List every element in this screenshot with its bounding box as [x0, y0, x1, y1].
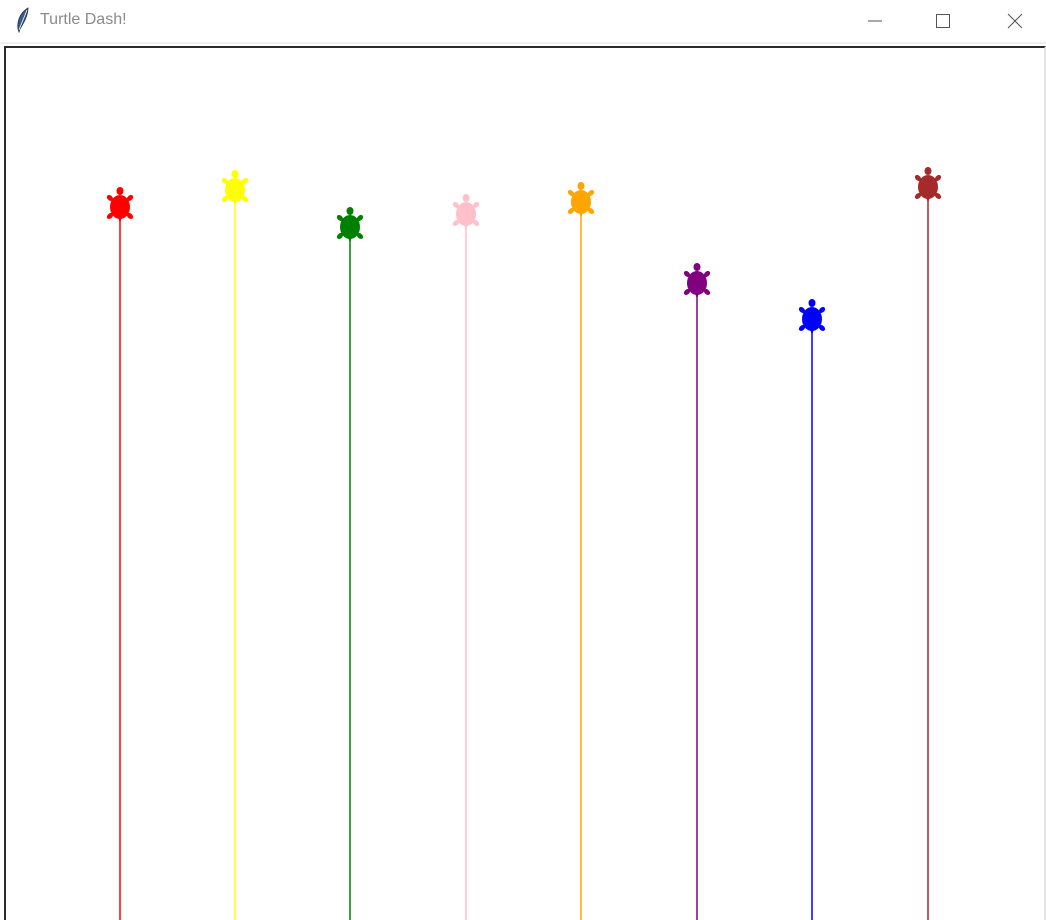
window-title: Turtle Dash!	[40, 11, 127, 28]
turtle-brown-icon	[914, 167, 942, 203]
close-button[interactable]	[986, 0, 1044, 42]
title-separator	[0, 42, 1046, 44]
minimize-button[interactable]	[846, 0, 904, 42]
race-tracks	[106, 167, 942, 920]
turtle-green-icon	[336, 207, 364, 243]
title-bar: Turtle Dash!	[0, 0, 1046, 42]
minimize-icon	[868, 20, 882, 22]
maximize-icon	[936, 14, 950, 28]
turtle-yellow-icon	[221, 170, 249, 206]
close-icon	[1007, 13, 1023, 29]
turtle-red-icon	[106, 187, 134, 223]
turtle-purple-icon	[683, 263, 711, 299]
turtle-pink-icon	[452, 194, 480, 230]
maximize-button[interactable]	[914, 0, 972, 42]
feather-icon	[17, 7, 29, 33]
turtle-blue-icon	[798, 299, 826, 335]
race-canvas	[106, 167, 942, 920]
turtle-orange-icon	[567, 182, 595, 218]
